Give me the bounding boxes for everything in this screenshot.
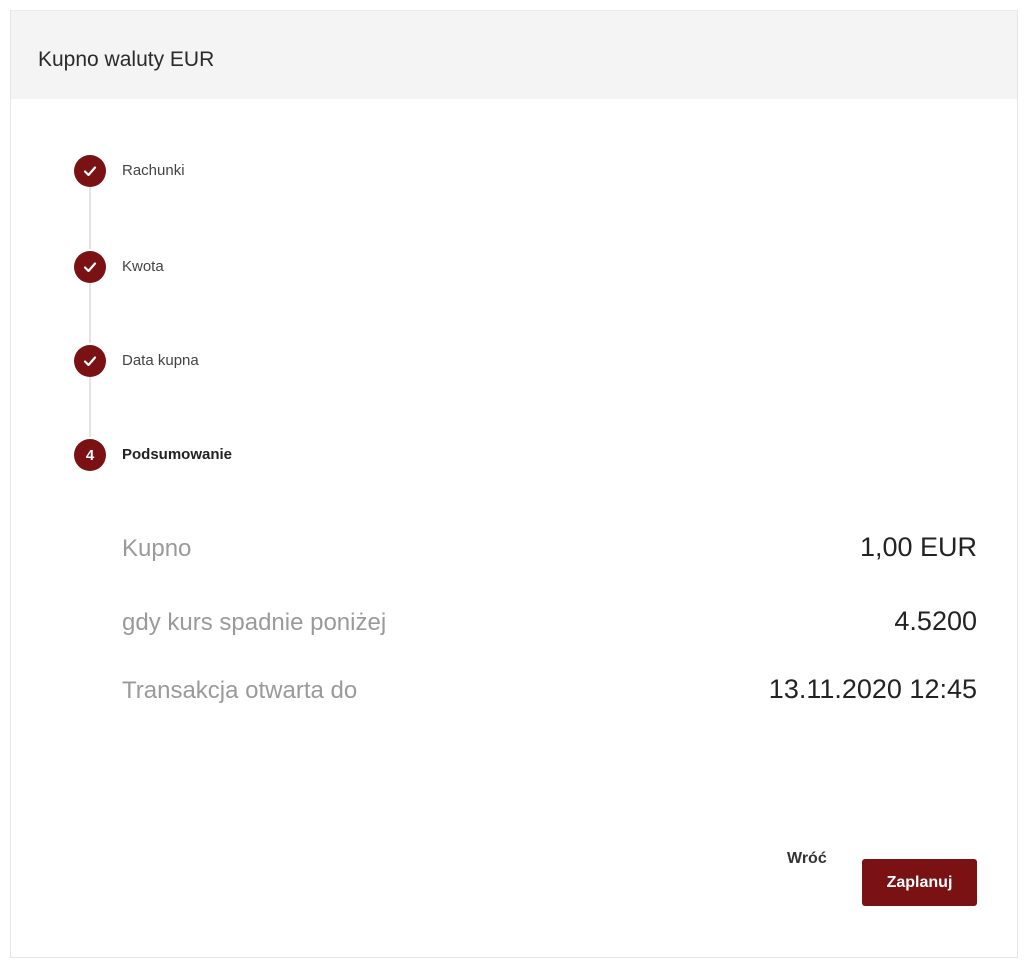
step-completed-indicator [74,251,106,283]
step-completed-indicator [74,155,106,187]
step-label: Kwota [122,258,164,275]
dialog-title: Kupno waluty EUR [38,48,215,71]
summary-row-open-until: Transakcja otwarta do 13.11.2020 12:45 [122,673,977,706]
check-icon [83,356,97,367]
step-summary: 4 Podsumowanie [74,439,232,471]
step-completed-indicator [74,345,106,377]
summary-value: 1,00 EUR [859,532,977,562]
summary-row-purchase: Kupno 1,00 EUR [122,531,977,564]
check-icon [83,262,97,273]
step-number: 4 [85,446,95,464]
step-label: Data kupna [122,352,199,369]
step-label: Rachunki [122,162,185,179]
summary-label: Kupno [122,535,192,562]
summary-label: Transakcja otwarta do [122,677,358,704]
stepper-connector [89,371,91,437]
page: Kupno waluty EUR Rachunki Kwota Data kup… [0,0,1030,960]
check-icon [83,166,97,177]
summary-label: gdy kurs spadnie poniżej [122,609,387,636]
summary-row-rate-threshold: gdy kurs spadnie poniżej 4.5200 [122,605,977,638]
schedule-button[interactable]: Zaplanuj [862,859,977,906]
step-purchase-date[interactable]: Data kupna [74,345,199,377]
step-label-active: Podsumowanie [122,446,233,463]
summary-value: 4.5200 [894,606,977,636]
dialog-header: Kupno waluty EUR [11,11,1017,99]
stepper-connector [89,179,91,249]
back-button[interactable]: Wróć [787,849,827,869]
currency-purchase-dialog: Kupno waluty EUR Rachunki Kwota Data kup… [10,10,1018,958]
step-number-indicator: 4 [74,439,106,471]
step-accounts[interactable]: Rachunki [74,155,185,187]
summary-value: 13.11.2020 12:45 [768,674,977,704]
step-amount[interactable]: Kwota [74,251,164,283]
stepper-connector [89,277,91,343]
